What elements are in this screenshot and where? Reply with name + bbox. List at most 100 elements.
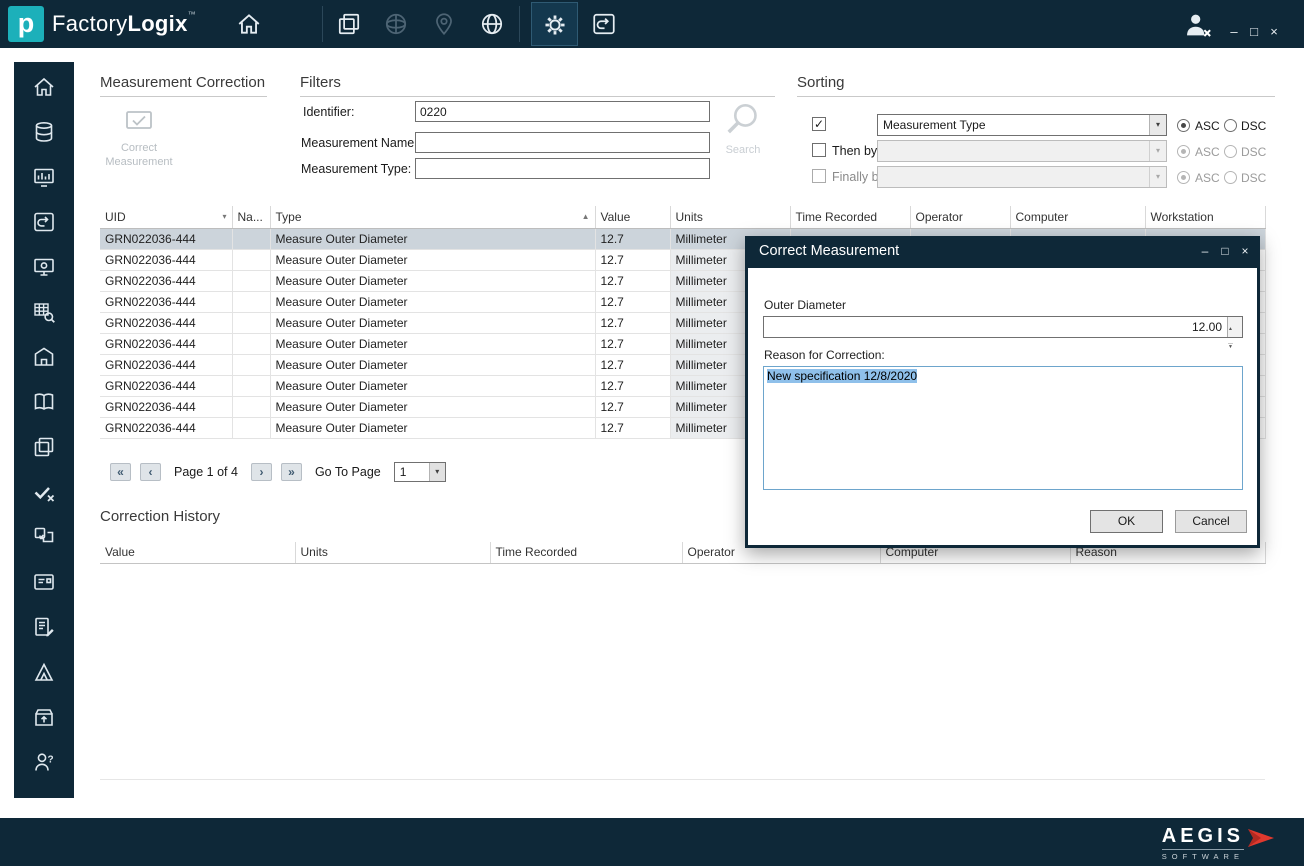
history-column-time-recorded[interactable]: Time Recorded bbox=[490, 542, 682, 563]
search-icon bbox=[724, 100, 762, 138]
history-column-value[interactable]: Value bbox=[100, 542, 295, 563]
toolbar-separator bbox=[322, 6, 323, 42]
dialog-minimize-button[interactable]: – bbox=[1198, 244, 1212, 258]
toolbar-item-settings[interactable] bbox=[531, 2, 578, 46]
reason-textarea[interactable]: New specification 12/8/2020 bbox=[763, 366, 1243, 490]
cell-na bbox=[232, 354, 270, 375]
user-account-button[interactable] bbox=[1183, 11, 1213, 39]
cell-uid: GRN022036-444 bbox=[100, 312, 232, 333]
column-header-workstation[interactable]: Workstation bbox=[1145, 206, 1265, 228]
sort-primary-dsc-radio[interactable] bbox=[1224, 119, 1237, 132]
sidebar-item-badge[interactable] bbox=[31, 569, 57, 595]
correct-measurement-button[interactable]: Correct Measurement bbox=[102, 108, 176, 169]
dsc-label: DSC bbox=[1241, 145, 1266, 159]
column-header-computer[interactable]: Computer bbox=[1010, 206, 1145, 228]
sidebar-item-home[interactable] bbox=[31, 74, 57, 100]
last-page-button[interactable]: » bbox=[281, 463, 302, 481]
set-square-icon bbox=[32, 660, 56, 684]
sidebar-item-design[interactable] bbox=[31, 659, 57, 685]
column-header-value[interactable]: Value bbox=[595, 206, 670, 228]
sidebar-item-documents[interactable] bbox=[31, 434, 57, 460]
sort-then-asc-radio[interactable] bbox=[1177, 145, 1190, 158]
filters-rule bbox=[300, 96, 775, 97]
sort-then-dsc-radio[interactable] bbox=[1224, 145, 1237, 158]
measurement-name-input[interactable] bbox=[415, 132, 710, 153]
chevron-down-icon: ▾ bbox=[1149, 167, 1166, 187]
maximize-button[interactable]: □ bbox=[1246, 24, 1262, 39]
cell-value: 12.7 bbox=[595, 396, 670, 417]
app-brand: FactoryLogix™ bbox=[52, 0, 196, 48]
identifier-input[interactable] bbox=[415, 101, 710, 122]
globe-icon bbox=[479, 11, 505, 37]
cell-uid: GRN022036-444 bbox=[100, 354, 232, 375]
database-icon bbox=[32, 120, 56, 144]
dialog-close-button[interactable]: × bbox=[1238, 244, 1252, 258]
first-page-button[interactable]: « bbox=[110, 463, 131, 481]
cell-type: Measure Outer Diameter bbox=[270, 270, 595, 291]
outer-diameter-input[interactable]: 12.00 ▲ ▼ bbox=[763, 316, 1243, 338]
history-column-units[interactable]: Units bbox=[295, 542, 490, 563]
sort-primary-checkbox[interactable]: ✓ bbox=[812, 117, 826, 131]
sidebar-item-lookup[interactable] bbox=[31, 299, 57, 325]
sidebar-item-library[interactable] bbox=[31, 389, 57, 415]
sidebar-item-factory[interactable] bbox=[31, 344, 57, 370]
sidebar-item-workstation[interactable] bbox=[31, 254, 57, 280]
page-indicator: Page 1 of 4 bbox=[170, 465, 242, 479]
cell-value: 12.7 bbox=[595, 312, 670, 333]
spinner-up-icon[interactable]: ▲ bbox=[1228, 326, 1233, 332]
search-button[interactable]: Search bbox=[714, 100, 772, 166]
pagination: « ‹ Page 1 of 4 › » Go To Page 1▾ bbox=[110, 462, 446, 482]
aegis-wordmark: AEGIS bbox=[1162, 825, 1244, 850]
sidebar-item-support[interactable]: ? bbox=[31, 749, 57, 775]
sort-primary-asc-radio[interactable] bbox=[1177, 119, 1190, 132]
close-button[interactable]: × bbox=[1266, 24, 1282, 39]
sort-finally-asc-radio[interactable] bbox=[1177, 171, 1190, 184]
column-header-time-recorded[interactable]: Time Recorded bbox=[790, 206, 910, 228]
column-header-units[interactable]: Units bbox=[670, 206, 790, 228]
previous-page-button[interactable]: ‹ bbox=[140, 463, 161, 481]
filter-arrow-icon[interactable]: ▾ bbox=[222, 212, 226, 221]
then-by-label: Then by bbox=[832, 144, 877, 158]
sidebar-item-shipping[interactable] bbox=[31, 704, 57, 730]
sort-then-dropdown[interactable]: ▾ bbox=[877, 140, 1167, 162]
toolbar-item-cad[interactable] bbox=[383, 11, 409, 37]
toolbar-item-history[interactable] bbox=[591, 11, 617, 37]
spinner-down-icon[interactable]: ▼ bbox=[1228, 343, 1233, 350]
document-edit-icon bbox=[32, 615, 56, 639]
sidebar-item-revert[interactable] bbox=[31, 209, 57, 235]
dialog-titlebar[interactable]: Correct Measurement – □ × bbox=[745, 236, 1260, 268]
aegis-arrow-icon bbox=[1248, 827, 1274, 849]
sort-finally-dropdown[interactable]: ▾ bbox=[877, 166, 1167, 188]
sidebar-item-data[interactable] bbox=[31, 119, 57, 145]
column-header-operator[interactable]: Operator bbox=[910, 206, 1010, 228]
sidebar-item-quality[interactable] bbox=[31, 479, 57, 505]
measurement-type-input[interactable] bbox=[415, 158, 710, 179]
minimize-button[interactable]: – bbox=[1226, 24, 1242, 39]
cancel-button[interactable]: Cancel bbox=[1175, 510, 1247, 533]
goto-page-value: 1 bbox=[400, 465, 407, 479]
next-page-button[interactable]: › bbox=[251, 463, 272, 481]
cell-value: 12.7 bbox=[595, 228, 670, 249]
home-icon bbox=[236, 11, 262, 37]
toolbar-item-documents[interactable] bbox=[336, 11, 362, 37]
home-nav-button[interactable] bbox=[236, 11, 262, 37]
sidebar-item-transfer[interactable] bbox=[31, 524, 57, 550]
column-header-type[interactable]: Type▲ bbox=[270, 206, 595, 228]
toolbar-item-web[interactable] bbox=[479, 11, 505, 37]
sort-finally-checkbox[interactable] bbox=[812, 169, 826, 183]
toolbar-item-location[interactable] bbox=[431, 11, 457, 37]
sidebar-item-planning[interactable] bbox=[31, 164, 57, 190]
sphere-icon bbox=[383, 11, 409, 37]
sort-primary-dropdown[interactable]: Measurement Type▾ bbox=[877, 114, 1167, 136]
column-header-name[interactable]: Na... bbox=[232, 206, 270, 228]
sort-finally-dsc-radio[interactable] bbox=[1224, 171, 1237, 184]
box-arrow-icon bbox=[32, 705, 56, 729]
sort-then-checkbox[interactable] bbox=[812, 143, 826, 157]
ok-button[interactable]: OK bbox=[1090, 510, 1163, 533]
goto-page-select[interactable]: 1▾ bbox=[394, 462, 446, 482]
chevron-down-icon: ▾ bbox=[1149, 115, 1166, 135]
column-header-uid[interactable]: UID▾ bbox=[100, 206, 232, 228]
dialog-maximize-button[interactable]: □ bbox=[1218, 244, 1232, 258]
reason-label: Reason for Correction: bbox=[764, 348, 885, 362]
sidebar-item-records[interactable] bbox=[31, 614, 57, 640]
